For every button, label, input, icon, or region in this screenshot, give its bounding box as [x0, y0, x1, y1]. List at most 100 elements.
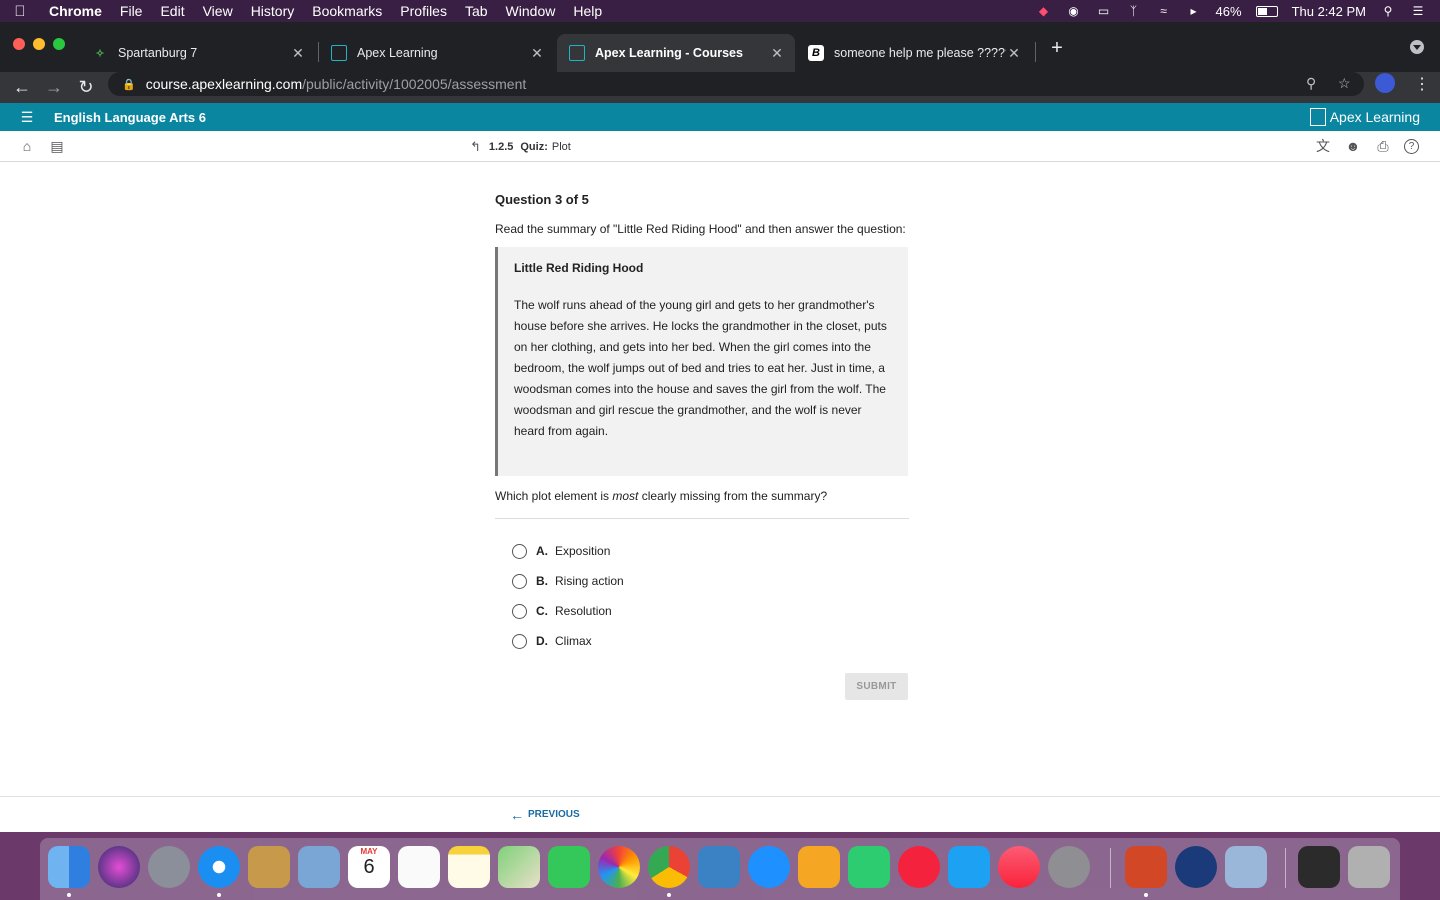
spartanburg-favicon-icon: ✧ [95, 47, 105, 60]
print-icon[interactable]: ⎙ [1374, 137, 1392, 155]
menu-bookmarks[interactable]: Bookmarks [303, 3, 391, 19]
tab-title: Spartanburg 7 [118, 46, 198, 60]
tab-close-icon[interactable]: ✕ [529, 45, 545, 62]
photos-icon[interactable] [598, 846, 640, 888]
notification-center-icon[interactable]: ☰ [1410, 4, 1426, 18]
apex-course-header: ☰ English Language Arts 6 Apex Learning [0, 103, 1440, 131]
launchpad-icon[interactable] [148, 846, 190, 888]
bookmark-star-icon[interactable]: ☆ [1338, 75, 1351, 92]
activity-footer: ← PREVIOUS [0, 796, 1440, 832]
text-to-speech-icon[interactable]: ☻ [1344, 137, 1362, 155]
reminders-icon[interactable] [398, 846, 440, 888]
gem-status-icon[interactable]: ◆ [1036, 4, 1052, 18]
radio-button[interactable] [512, 543, 527, 559]
submit-button[interactable]: SUBMIT [845, 673, 908, 700]
back-button[interactable]: ← [11, 76, 33, 98]
spotlight-search-icon[interactable]: ⚲ [1380, 4, 1396, 18]
powerpoint-icon[interactable] [1125, 846, 1167, 888]
tab-search-icon[interactable] [1410, 40, 1424, 54]
reload-button[interactable]: ↻ [75, 76, 97, 98]
app-store-icon[interactable] [948, 846, 990, 888]
menu-file[interactable]: File [111, 3, 152, 19]
news-icon[interactable] [898, 846, 940, 888]
safari-icon[interactable] [198, 846, 240, 888]
window-minimize-button[interactable] [33, 38, 45, 50]
tab-close-icon[interactable]: ✕ [1006, 45, 1022, 62]
previous-button[interactable]: ← PREVIOUS [510, 806, 580, 823]
new-tab-button[interactable]: + [1047, 38, 1067, 58]
running-indicator [67, 893, 71, 897]
tab-close-icon[interactable]: ✕ [290, 45, 306, 62]
answer-option-b[interactable]: B. Rising action [512, 566, 909, 596]
contacts-icon[interactable] [248, 846, 290, 888]
keynote-icon[interactable] [698, 846, 740, 888]
battery-percent: 46% [1215, 3, 1242, 19]
mail-icon[interactable] [298, 846, 340, 888]
answer-option-c[interactable]: C. Resolution [512, 596, 909, 626]
facetime-icon[interactable] [548, 846, 590, 888]
bluetooth-icon[interactable]: ᛉ [1126, 4, 1142, 18]
profile-avatar[interactable] [1375, 73, 1395, 93]
finder-icon[interactable] [48, 846, 90, 888]
question-heading: Question 3 of 5 [495, 192, 589, 207]
globe-status-icon[interactable]: ◉ [1066, 4, 1082, 18]
menu-app-chrome[interactable]: Chrome [40, 3, 111, 19]
menu-edit[interactable]: Edit [151, 3, 193, 19]
siri-icon[interactable] [98, 846, 140, 888]
tab-apex-learning[interactable]: Apex Learning ✕ [319, 34, 555, 72]
window-zoom-button[interactable] [53, 38, 65, 50]
course-title: English Language Arts 6 [54, 109, 206, 125]
help-icon[interactable]: ? [1404, 139, 1419, 154]
menubar-clock[interactable]: Thu 2:42 PM [1292, 4, 1366, 19]
volume-icon[interactable]: ▸ [1186, 4, 1202, 18]
messages-icon[interactable] [748, 846, 790, 888]
numbers-icon[interactable] [848, 846, 890, 888]
preview-icon[interactable] [1225, 846, 1267, 888]
address-bar[interactable]: 🔒 course.apexlearning.com /public/activi… [108, 72, 1364, 96]
forward-button[interactable]: → [43, 76, 65, 98]
menu-tab[interactable]: Tab [456, 3, 497, 19]
up-arrow-icon[interactable]: ↰ [470, 139, 481, 155]
menu-history[interactable]: History [242, 3, 304, 19]
notes-icon[interactable] [448, 846, 490, 888]
airplay-icon[interactable]: ▭ [1096, 4, 1112, 18]
radio-button[interactable] [512, 603, 527, 619]
chrome-icon[interactable] [648, 846, 690, 888]
tab-brainly[interactable]: B someone help me please ????? ✕ [796, 34, 1032, 72]
course-menu-icon[interactable]: ☰ [0, 109, 54, 126]
apple-menu-icon[interactable]:  [0, 3, 40, 20]
tab-title: Apex Learning [357, 46, 438, 60]
recent-window-icon[interactable] [1298, 846, 1340, 888]
translate-icon[interactable]: 文 [1314, 137, 1332, 155]
window-close-button[interactable] [13, 38, 25, 50]
drc-insight-icon[interactable] [1175, 846, 1217, 888]
radio-button[interactable] [512, 633, 527, 649]
tab-apex-courses[interactable]: Apex Learning - Courses ✕ [557, 34, 795, 72]
menu-profiles[interactable]: Profiles [391, 3, 456, 19]
prompt-emphasis: most [612, 489, 639, 503]
system-preferences-icon[interactable] [1048, 846, 1090, 888]
answer-option-d[interactable]: D. Climax [512, 626, 909, 656]
menu-help[interactable]: Help [564, 3, 611, 19]
menu-window[interactable]: Window [497, 3, 565, 19]
chrome-tab-strip: ✧ Spartanburg 7 ✕ Apex Learning ✕ Apex L… [0, 22, 1440, 72]
zoom-icon[interactable]: ⚲ [1306, 75, 1316, 92]
answer-option-a[interactable]: A. Exposition [512, 536, 909, 566]
chrome-menu-icon[interactable]: ⋮ [1414, 74, 1430, 94]
pages-icon[interactable] [798, 846, 840, 888]
briefcase-icon[interactable]: ▤ [48, 137, 66, 155]
menu-view[interactable]: View [194, 3, 242, 19]
tab-spartanburg[interactable]: ✧ Spartanburg 7 ✕ [80, 34, 316, 72]
radio-button[interactable] [512, 573, 527, 589]
music-icon[interactable] [998, 846, 1040, 888]
lock-icon[interactable]: 🔒 [122, 78, 136, 91]
dock-separator [1110, 848, 1111, 888]
trash-icon[interactable] [1348, 846, 1390, 888]
battery-icon[interactable] [1255, 5, 1278, 17]
wifi-icon[interactable]: ≈ [1156, 4, 1172, 18]
maps-icon[interactable] [498, 846, 540, 888]
chrome-toolbar: ← → ↻ 🔒 course.apexlearning.com /public/… [0, 72, 1440, 103]
tab-close-icon[interactable]: ✕ [769, 45, 785, 62]
arrow-left-icon: ← [510, 806, 524, 823]
home-icon[interactable]: ⌂ [18, 137, 36, 155]
